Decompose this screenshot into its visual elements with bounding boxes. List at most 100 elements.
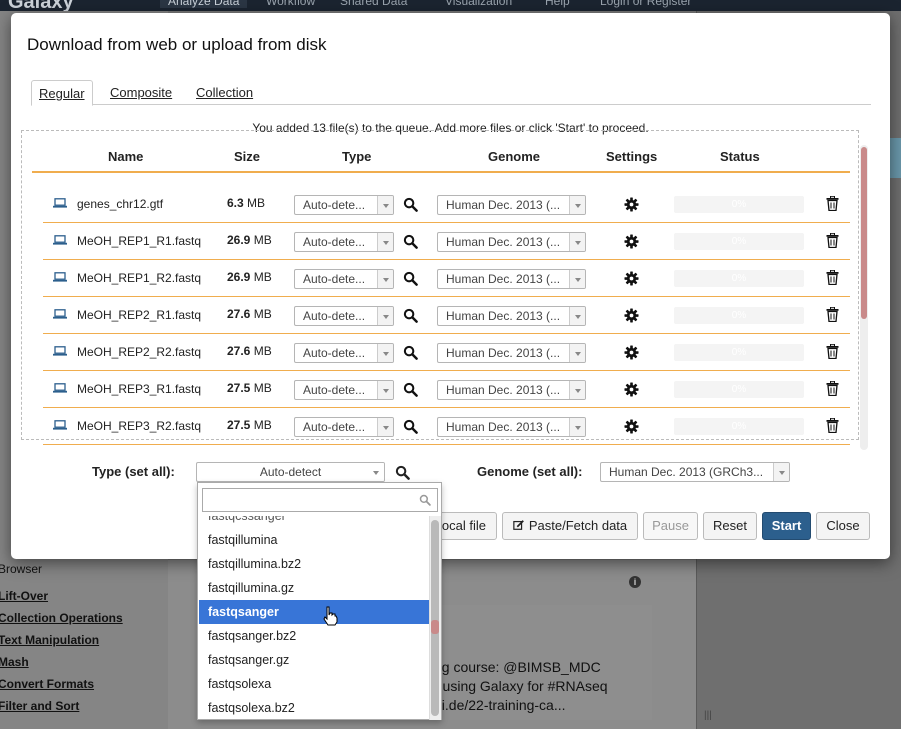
file-genome-select[interactable]: Human Dec. 2013 (...: [437, 232, 586, 252]
nav-shared-data[interactable]: Shared Data: [340, 0, 407, 8]
pause-button[interactable]: Pause: [643, 512, 698, 540]
nav-analyze-data[interactable]: Analyze Data: [160, 0, 248, 8]
reset-label: Reset: [713, 518, 747, 533]
file-name: MeOH_REP3_R2.fastq: [77, 419, 202, 433]
tool-mash[interactable]: Mash: [0, 655, 29, 669]
file-size-value: 26.9: [227, 233, 251, 247]
search-icon[interactable]: [395, 465, 410, 480]
reset-button[interactable]: Reset: [703, 512, 757, 540]
search-icon[interactable]: [403, 382, 418, 397]
file-genome-select[interactable]: Human Dec. 2013 (...: [437, 195, 586, 215]
nav-login[interactable]: Login or Register: [600, 0, 691, 8]
dropdown-search-input[interactable]: [202, 488, 438, 512]
paste-fetch-button[interactable]: Paste/Fetch data: [502, 512, 638, 540]
file-name: MeOH_REP1_R1.fastq: [77, 234, 202, 248]
dropdown-option[interactable]: fastqsolexa.bz2: [199, 696, 429, 720]
gear-icon[interactable]: [624, 382, 639, 397]
file-type-select[interactable]: Auto-dete...: [294, 306, 394, 326]
dropdown-scrollbar-thumb[interactable]: [431, 520, 439, 716]
file-type-select[interactable]: Auto-dete...: [294, 269, 394, 289]
genome-set-all-select[interactable]: Human Dec. 2013 (GRCh3...: [600, 462, 790, 482]
file-type-select[interactable]: Auto-dete...: [294, 417, 394, 437]
file-genome-select[interactable]: Human Dec. 2013 (...: [437, 380, 586, 400]
table-scrollbar[interactable]: [860, 145, 868, 450]
tool-browser[interactable]: Browser: [0, 562, 42, 576]
dropdown-option[interactable]: fastqsolexa: [199, 672, 429, 696]
file-genome-select[interactable]: Human Dec. 2013 (...: [437, 343, 586, 363]
gear-icon[interactable]: [624, 234, 639, 249]
tool-convert-formats[interactable]: Convert Formats: [0, 677, 94, 691]
dropdown-option[interactable]: fastqillumina.bz2: [199, 552, 429, 576]
top-navbar: Galaxy Analyze Data Workflow Shared Data…: [0, 0, 901, 13]
tab-regular[interactable]: Regular: [31, 80, 93, 106]
trash-icon[interactable]: [826, 307, 839, 322]
search-icon[interactable]: [403, 271, 418, 286]
search-icon[interactable]: [403, 419, 418, 434]
laptop-icon: [53, 235, 67, 245]
start-label: Start: [771, 518, 802, 533]
gear-icon[interactable]: [624, 271, 639, 286]
trash-icon[interactable]: [826, 196, 839, 211]
file-genome-select[interactable]: Human Dec. 2013 (...: [437, 306, 586, 326]
tool-filter-and-sort[interactable]: Filter and Sort: [0, 699, 79, 713]
chevron-down-icon: [377, 381, 393, 399]
file-genome-value: Human Dec. 2013 (...: [446, 272, 561, 286]
trash-icon[interactable]: [826, 233, 839, 248]
dropdown-option-partial[interactable]: fastqcssanger: [199, 516, 429, 528]
dropdown-option[interactable]: fastqsanger.bz2: [199, 624, 429, 648]
dropdown-option[interactable]: fastqillumina: [199, 528, 429, 552]
file-size: 6.3 MB: [227, 196, 265, 210]
trash-icon[interactable]: [826, 418, 839, 433]
start-button[interactable]: Start: [762, 512, 811, 540]
gear-icon[interactable]: [624, 419, 639, 434]
dropdown-option[interactable]: fastqsanger: [199, 600, 429, 624]
search-icon[interactable]: [403, 308, 418, 323]
type-set-all-select[interactable]: Auto-detect: [196, 462, 385, 482]
tweet-text-line[interactable]: bi.de/22-training-ca...: [434, 697, 566, 713]
nav-workflow[interactable]: Workflow: [266, 0, 315, 8]
resize-grip-icon[interactable]: |||: [704, 710, 712, 721]
file-genome-value: Human Dec. 2013 (...: [446, 198, 561, 212]
trash-icon[interactable]: [826, 344, 839, 359]
file-genome-select[interactable]: Human Dec. 2013 (...: [437, 269, 586, 289]
close-button[interactable]: Close: [816, 512, 870, 540]
col-status: Status: [720, 149, 760, 164]
tool-collection-operations[interactable]: Collection Operations: [0, 611, 123, 625]
file-size-value: 27.5: [227, 381, 251, 395]
laptop-icon: [53, 346, 67, 356]
dropdown-option[interactable]: fastqillumina.gz: [199, 576, 429, 600]
search-icon[interactable]: [403, 197, 418, 212]
tool-text-manipulation[interactable]: Text Manipulation: [0, 633, 99, 647]
tab-collection[interactable]: Collection: [189, 80, 260, 106]
table-header: Name Size Type Genome Settings Status: [32, 146, 850, 173]
search-icon[interactable]: [403, 345, 418, 360]
table-row: genes_chr12.gtf 6.3 MB Auto-dete... Huma…: [43, 186, 850, 223]
gear-icon[interactable]: [624, 345, 639, 360]
gear-icon[interactable]: [624, 308, 639, 323]
table-row: MeOH_REP3_R1.fastq 27.5 MB Auto-dete... …: [43, 371, 850, 408]
dropdown-scrollbar[interactable]: [429, 516, 441, 720]
table-row: MeOH_REP3_R2.fastq 27.5 MB Auto-dete... …: [43, 408, 850, 445]
file-type-select[interactable]: Auto-dete...: [294, 195, 394, 215]
nav-visualization[interactable]: Visualization: [445, 0, 512, 8]
file-genome-select[interactable]: Human Dec. 2013 (...: [437, 417, 586, 437]
laptop-icon: [53, 198, 67, 208]
chevron-down-icon: [569, 418, 585, 436]
tool-lift-over[interactable]: Lift-Over: [0, 589, 48, 603]
dropdown-option[interactable]: fastqsanger.gz: [199, 648, 429, 672]
search-icon: [419, 494, 431, 506]
nav-help[interactable]: Help: [545, 0, 570, 8]
gear-icon[interactable]: [624, 197, 639, 212]
tab-composite[interactable]: Composite: [103, 80, 179, 106]
file-type-select[interactable]: Auto-dete...: [294, 232, 394, 252]
trash-icon[interactable]: [826, 270, 839, 285]
col-settings: Settings: [606, 149, 658, 164]
file-type-select[interactable]: Auto-dete...: [294, 343, 394, 363]
trash-icon[interactable]: [826, 381, 839, 396]
file-type-select[interactable]: Auto-dete...: [294, 380, 394, 400]
table-scrollbar-thumb[interactable]: [861, 147, 867, 319]
upload-progress-text: 0%: [731, 421, 747, 432]
search-icon[interactable]: [403, 234, 418, 249]
info-icon[interactable]: i: [629, 576, 641, 588]
upload-progress-bar: 0%: [674, 381, 804, 398]
